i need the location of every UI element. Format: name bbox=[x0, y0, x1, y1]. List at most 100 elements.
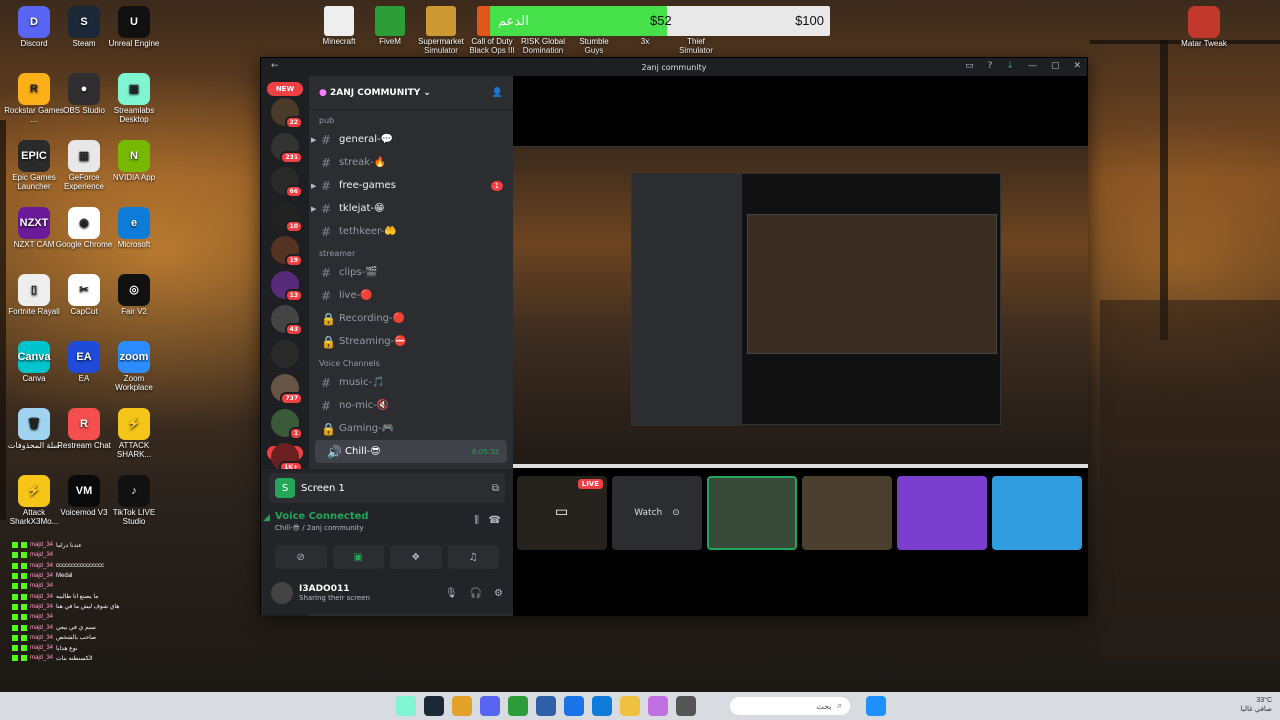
activities-button[interactable]: ❖ bbox=[390, 545, 442, 569]
participant-tile-1[interactable] bbox=[707, 476, 797, 550]
channel-item[interactable]: ▶ # tklejat-😁 bbox=[309, 197, 513, 220]
participant-tile-3[interactable] bbox=[897, 476, 987, 550]
kick-icon bbox=[21, 593, 27, 600]
desktop-icon[interactable]: U Unreal Engine bbox=[104, 6, 164, 49]
desktop-icon[interactable]: ◎ Fair V2 bbox=[104, 274, 164, 317]
back-arrow-icon[interactable]: ← bbox=[271, 61, 279, 71]
screen-share-button[interactable]: ▣ bbox=[332, 545, 384, 569]
headphones-icon[interactable]: 🎧 bbox=[470, 588, 482, 599]
mail-taskbar-icon[interactable] bbox=[564, 696, 584, 716]
server-icon[interactable]: 22 bbox=[271, 98, 303, 129]
close-button[interactable]: ✕ bbox=[1073, 61, 1081, 71]
desktop-icon-matar-tweak[interactable]: Matar Tweak bbox=[1174, 6, 1234, 49]
inbox-icon[interactable]: ▭ bbox=[965, 61, 974, 71]
server-name: 2anj community bbox=[330, 87, 421, 98]
stream-preview-screen[interactable] bbox=[513, 146, 1088, 468]
server-icon[interactable] bbox=[271, 339, 299, 368]
channel-item[interactable]: # clips-🎬 bbox=[309, 261, 513, 284]
settings-gear-icon[interactable]: ⚙ bbox=[494, 588, 503, 599]
download-icon[interactable]: ↓ bbox=[1006, 61, 1014, 71]
desktop-icon[interactable]: ▣ Streamlabs Desktop bbox=[104, 73, 164, 125]
channel-item[interactable]: # no-mic-🔇 bbox=[309, 394, 513, 417]
window-titlebar[interactable]: ← 2anj community ▭ ? ↓ — ▢ ✕ bbox=[261, 58, 1087, 76]
add-member-icon[interactable]: 👤 bbox=[492, 88, 503, 98]
screen-share-row[interactable]: S Screen 1 ⧉ bbox=[269, 473, 505, 503]
channel-item[interactable]: 🔒 Gaming-🎮 bbox=[309, 417, 513, 440]
taskbar: بحث ⌕ 33°C صافي غالبا bbox=[0, 692, 1280, 720]
streamer-channel-list: # clips-🎬 # live-🔴 🔒 Recording-🔴 🔒 Streaming-⛔ bbox=[309, 261, 513, 353]
server-icon[interactable]: 66 bbox=[271, 167, 303, 198]
disconnect-icon[interactable]: ☎ bbox=[489, 515, 501, 526]
channel-item[interactable]: 🔒 Streaming-⛔ bbox=[309, 330, 513, 353]
server-icon[interactable]: 43 bbox=[271, 305, 303, 336]
server-icon[interactable]: 737 bbox=[271, 374, 303, 405]
server-icon: ● bbox=[319, 87, 327, 98]
server-icon[interactable]: 1 bbox=[271, 408, 303, 440]
search-box[interactable]: بحث ⌕ bbox=[730, 697, 850, 715]
server-icon[interactable]: 19 bbox=[271, 236, 303, 267]
chat-username: majd_34 bbox=[30, 573, 54, 580]
explorer-taskbar-icon[interactable] bbox=[620, 696, 640, 716]
chrome-taskbar-icon[interactable] bbox=[452, 696, 472, 716]
server-header[interactable]: ● 2anj community ⌄ 👤 bbox=[309, 76, 513, 110]
server-icon[interactable]: 1K+ bbox=[271, 443, 303, 474]
kick-icon bbox=[12, 552, 18, 559]
channel-item[interactable]: ▶ # free-games 1 bbox=[309, 174, 513, 197]
top-desktop-icon[interactable]: Supermarket Simulator bbox=[416, 6, 466, 56]
edge-taskbar-icon[interactable] bbox=[592, 696, 612, 716]
channel-item[interactable]: # music-🎵 bbox=[309, 371, 513, 394]
top-desktop-icon[interactable]: Minecraft bbox=[314, 6, 364, 47]
desktop-icon[interactable]: e Microsoft bbox=[104, 207, 164, 250]
maximize-button[interactable]: ▢ bbox=[1051, 61, 1060, 71]
soundboard-button[interactable]: ♫ bbox=[447, 545, 499, 569]
channel-item[interactable]: 🔒 Recording-🔴 bbox=[309, 307, 513, 330]
mention-count-badge: 1 bbox=[288, 426, 303, 440]
microphone-icon[interactable]: 🎙 bbox=[445, 588, 458, 599]
category-streamer[interactable]: streamer bbox=[309, 243, 513, 261]
windows-start-icon[interactable] bbox=[866, 696, 886, 716]
desktop-icon[interactable]: N NVIDIA App bbox=[104, 140, 164, 183]
window-taskbar-icon[interactable] bbox=[676, 696, 696, 716]
category-pub[interactable]: pub bbox=[309, 110, 513, 128]
watch-button[interactable]: Watch bbox=[634, 508, 662, 518]
watch-stream-tile[interactable]: Watch ⊙ bbox=[612, 476, 702, 550]
streamlabs-taskbar-icon[interactable] bbox=[396, 696, 416, 716]
avatar[interactable] bbox=[271, 582, 293, 604]
server-icon[interactable]: 10 bbox=[271, 201, 303, 233]
camera-off-button[interactable]: ⊘ bbox=[275, 545, 327, 569]
minimize-button[interactable]: — bbox=[1028, 61, 1037, 71]
voice-connected-label[interactable]: Voice Connected bbox=[275, 511, 499, 522]
voice-channel-chill[interactable]: 🔊 Chill-😎 6:05:32 bbox=[315, 440, 507, 463]
server-icon[interactable]: 13 bbox=[271, 270, 303, 302]
server-icon[interactable]: 231 bbox=[271, 132, 303, 164]
discord-window[interactable]: ← 2anj community ▭ ? ↓ — ▢ ✕ NEW NEW 222… bbox=[260, 57, 1088, 616]
channel-item[interactable]: # streak-🔥 bbox=[309, 151, 513, 174]
category-voice[interactable]: Voice Channels bbox=[309, 353, 513, 371]
stream-tile-screen[interactable]: LIVE ▭ bbox=[517, 476, 607, 550]
desktop-icon[interactable]: zoom Zoom Workplace bbox=[104, 341, 164, 393]
popout-icon[interactable]: ⧉ bbox=[492, 483, 499, 494]
chat-message: majd_34 cccccccccccccccc bbox=[12, 561, 182, 571]
voice-channel-path[interactable]: Chill-😎 / 2anj community bbox=[275, 524, 499, 532]
channel-item[interactable]: ▶ # general-💬 bbox=[309, 128, 513, 151]
desktop-icon[interactable]: ♪ TikTok LIVE Studio bbox=[104, 475, 164, 527]
channel-item[interactable]: # live-🔴 bbox=[309, 284, 513, 307]
steam-taskbar-icon[interactable] bbox=[424, 696, 444, 716]
channel-name: tklejat-😁 bbox=[339, 203, 385, 214]
desktop-icon[interactable]: ⚡ ATTACK SHARK... bbox=[104, 408, 164, 460]
stream-view[interactable]: LIVE ▭ Watch ⊙ bbox=[513, 76, 1088, 616]
focus-icon[interactable]: ⊙ bbox=[672, 508, 680, 518]
top-desktop-icon[interactable]: FiveM bbox=[365, 6, 415, 47]
participant-tile-4[interactable] bbox=[992, 476, 1082, 550]
fivem-taskbar-icon[interactable] bbox=[508, 696, 528, 716]
participant-tile-2[interactable] bbox=[802, 476, 892, 550]
help-icon[interactable]: ? bbox=[988, 61, 993, 71]
desktop-icon-label: FiveM bbox=[379, 37, 401, 46]
noise-suppression-icon[interactable]: ⫼ bbox=[474, 515, 479, 526]
discord-taskbar-icon[interactable] bbox=[480, 696, 500, 716]
weather-widget[interactable]: 33°C صافي غالبا bbox=[1241, 696, 1272, 714]
app-icon: ▣ bbox=[118, 73, 150, 105]
app-taskbar-icon[interactable] bbox=[536, 696, 556, 716]
copilot-taskbar-icon[interactable] bbox=[648, 696, 668, 716]
channel-item[interactable]: # tethkeer-🤲 bbox=[309, 220, 513, 243]
